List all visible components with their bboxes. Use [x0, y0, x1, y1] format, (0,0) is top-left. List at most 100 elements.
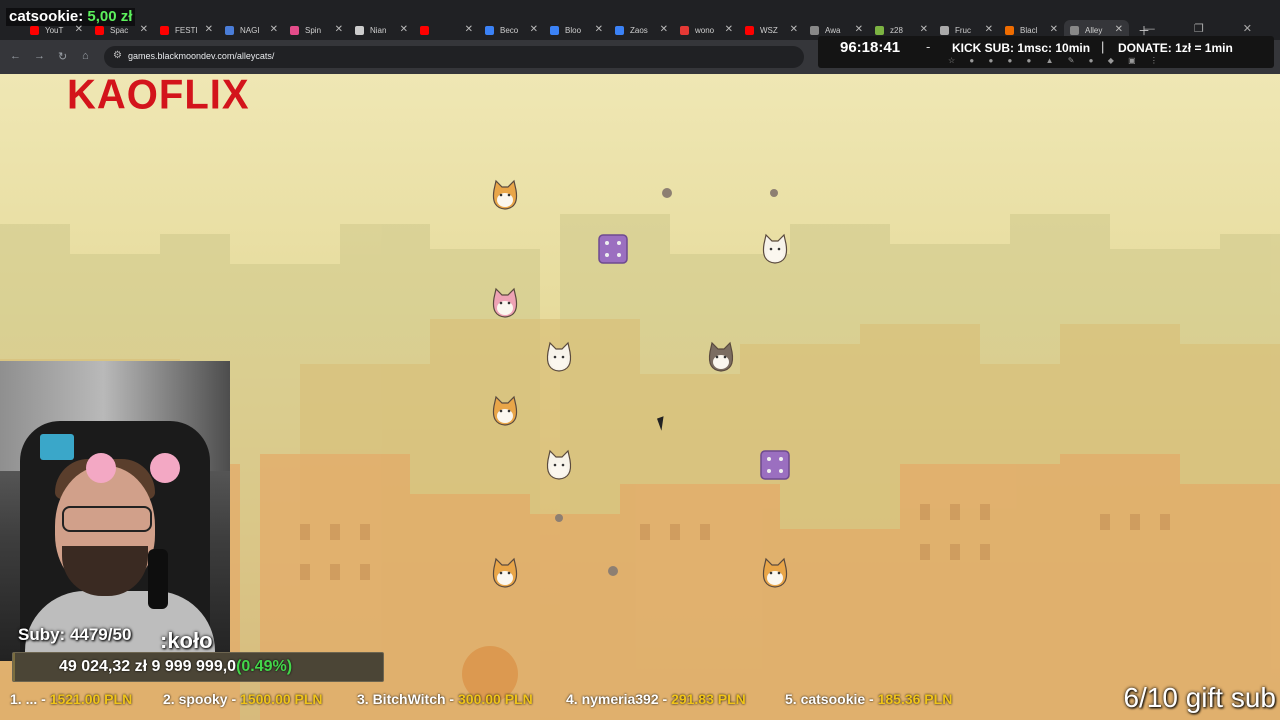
tab-close-icon[interactable]: ✕ [855, 24, 863, 35]
white-cat-icon [546, 449, 572, 480]
calico-cat-tile[interactable] [542, 340, 576, 374]
tab[interactable]: FESTI ✕ [154, 20, 219, 40]
tab[interactable]: Nian ✕ [349, 20, 414, 40]
tab-close-icon[interactable]: ✕ [1115, 24, 1123, 35]
pink-cat-tile[interactable] [488, 286, 522, 320]
tab[interactable]: NAGI ✕ [219, 20, 284, 40]
chair-logo [40, 434, 74, 460]
tab-close-icon[interactable]: ✕ [75, 24, 83, 35]
tab-close-icon[interactable]: ✕ [400, 24, 408, 35]
tab[interactable]: WSZ ✕ [739, 20, 804, 40]
tab-label: FESTI [175, 25, 198, 35]
tab-close-icon[interactable]: ✕ [660, 24, 668, 35]
forward-icon[interactable]: → [34, 50, 45, 62]
gray-cat-tile[interactable] [704, 340, 738, 374]
glasses [62, 506, 152, 532]
tab-label: Blacl [1020, 25, 1038, 35]
donation-goal-bar: 49 024,32 zł 9 999 999,0(0.49%) [12, 652, 384, 682]
tab-favicon-icon [225, 25, 234, 35]
address-bar[interactable]: ⚙ games.blackmoondev.com/alleycats/ [104, 46, 804, 68]
tab-close-icon[interactable]: ✕ [725, 24, 733, 35]
donor-name: 1. ... - [10, 691, 46, 707]
tab[interactable]: Bloo ✕ [544, 20, 609, 40]
reload-icon[interactable]: ↻ [58, 50, 67, 63]
tab-label: Zaos [630, 25, 648, 35]
streamer-logo: KAOFLIX [67, 74, 250, 119]
purple-box-icon [598, 234, 628, 264]
subathon-timer: 96:18:41 [840, 39, 901, 56]
donor-amount: 300.00 PLN [458, 691, 533, 707]
tab-close-icon[interactable]: ✕ [920, 24, 928, 35]
orange-cat-icon [492, 395, 518, 426]
tab-close-icon[interactable]: ✕ [335, 24, 343, 35]
tab-label: NAGI [240, 25, 260, 35]
tab[interactable]: Zaos ✕ [609, 20, 674, 40]
tab-close-icon[interactable]: ✕ [205, 24, 213, 35]
tab-favicon-icon [745, 25, 754, 35]
tab-close-icon[interactable]: ✕ [595, 24, 603, 35]
extension-icons[interactable]: ☆ ● ● ● ● ▲ ✎ ● ◆ ▣ ⋮ [948, 56, 1164, 65]
overlay-separator: - [926, 39, 931, 54]
home-icon[interactable]: ⌂ [82, 50, 89, 62]
tab-close-icon[interactable]: ✕ [530, 24, 538, 35]
tab-label: wono [695, 25, 715, 35]
orange-cat-icon [492, 557, 518, 588]
tab-close-icon[interactable]: ✕ [790, 24, 798, 35]
tab[interactable]: ✕ [414, 20, 479, 40]
tab[interactable]: Beco ✕ [479, 20, 544, 40]
wheel-label: :koło [160, 628, 213, 653]
purple-box-icon [760, 450, 790, 480]
orange-cat-tile[interactable] [488, 556, 522, 590]
goal-target: 9 999 999,0 [151, 658, 237, 675]
subs-counter: Suby: 4479/50 [18, 625, 132, 644]
headphone-ear-right [150, 453, 180, 483]
small-cat-token[interactable] [770, 189, 778, 197]
tab-favicon-icon [420, 25, 429, 35]
small-cat-token[interactable] [662, 188, 672, 198]
stream-subathon-overlay: 96:18:41 - KICK SUB: 1msc: 10min | DONAT… [818, 36, 1274, 68]
pink-cat-icon [492, 287, 518, 318]
tab-close-icon[interactable]: ✕ [985, 24, 993, 35]
purple-box-tile[interactable] [758, 448, 792, 482]
tab-favicon-icon [550, 25, 559, 35]
donor-name: 4. nymeria392 - [566, 691, 668, 707]
donor-entry: 2. spooky - 1500.00 PLN [163, 691, 323, 707]
site-info-icon[interactable]: ⚙ [113, 50, 122, 61]
tab-label: Awa [825, 25, 841, 35]
tab[interactable]: wono ✕ [674, 20, 739, 40]
tab-label: Spac [110, 25, 129, 35]
tab[interactable]: Spin ✕ [284, 20, 349, 40]
donor-entry: 4. nymeria392 - 291.83 PLN [566, 691, 746, 707]
tab-favicon-icon [875, 25, 884, 35]
orange-cat-icon [492, 179, 518, 210]
orange-cat-tile[interactable] [488, 178, 522, 212]
top-donors-ticker: 1. ... - 1521.00 PLN 2. spooky - 1500.00 … [0, 688, 1280, 710]
tab-label: YouT [45, 25, 64, 35]
tab-close-icon[interactable]: ✕ [465, 24, 473, 35]
small-cat-token[interactable] [608, 566, 618, 576]
donor-entry: 3. BitchWitch - 300.00 PLN [357, 691, 533, 707]
tab-favicon-icon [485, 25, 494, 35]
donor-name: 3. BitchWitch - [357, 691, 455, 707]
tab-favicon-icon [680, 25, 689, 35]
tab-close-icon[interactable]: ✕ [1050, 24, 1058, 35]
tab[interactable]: Spac ✕ [89, 20, 154, 40]
tab-favicon-icon [940, 25, 949, 35]
window-controls[interactable]: — ❐ ✕ [1144, 22, 1270, 35]
white-cat-tile[interactable] [542, 448, 576, 482]
purple-box-tile[interactable] [596, 232, 630, 266]
url-text: games.blackmoondev.com/alleycats/ [128, 51, 275, 61]
white-cat-tile[interactable] [758, 232, 792, 266]
donor-entry: 1. ... - 1521.00 PLN [10, 691, 132, 707]
tab-close-icon[interactable]: ✕ [140, 24, 148, 35]
webcam-overlay [0, 361, 230, 661]
tab[interactable]: YouT ✕ [24, 20, 89, 40]
tab-label: Beco [500, 25, 519, 35]
gray-cat-icon [708, 341, 734, 372]
back-icon[interactable]: ← [10, 50, 21, 62]
small-cat-token[interactable] [555, 514, 563, 522]
tab-close-icon[interactable]: ✕ [270, 24, 278, 35]
orange-cat-tile[interactable] [488, 394, 522, 428]
orange-cat-tile[interactable] [758, 556, 792, 590]
donor-amount: 291.83 PLN [671, 691, 746, 707]
